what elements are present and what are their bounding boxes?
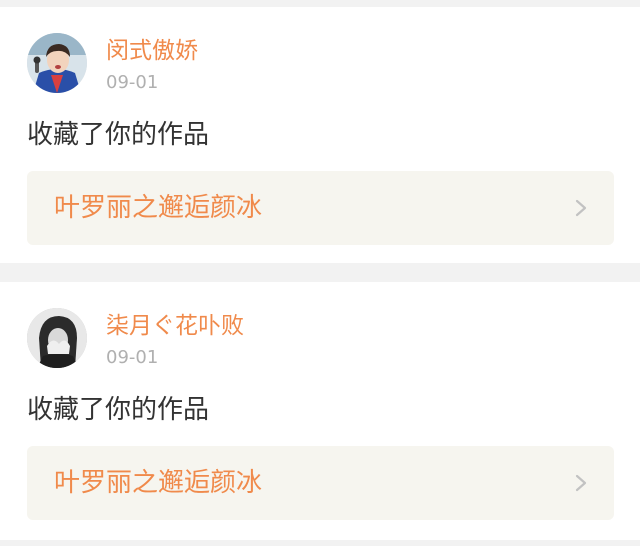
username[interactable]: 闵式傲娇 [106,36,198,66]
chevron-right-icon [575,199,587,217]
notification-card: 闵式傲娇 09-01 收藏了你的作品 叶罗丽之邂逅颜冰 [0,7,640,263]
notification-feed: 闵式傲娇 09-01 收藏了你的作品 叶罗丽之邂逅颜冰 柒月ぐ花卟败 09-01… [0,0,640,546]
avatar-photo-icon [27,308,87,368]
work-title: 叶罗丽之邂逅颜冰 [54,193,263,223]
notification-card: 柒月ぐ花卟败 09-01 收藏了你的作品 叶罗丽之邂逅颜冰 [0,282,640,540]
work-link[interactable]: 叶罗丽之邂逅颜冰 [27,446,614,520]
avatar-photo-icon [27,33,87,93]
timestamp: 09-01 [106,72,159,93]
work-title: 叶罗丽之邂逅颜冰 [54,468,263,498]
timestamp: 09-01 [106,347,159,368]
user-avatar[interactable] [27,33,87,93]
user-avatar[interactable] [27,308,87,368]
username[interactable]: 柒月ぐ花卟败 [106,311,244,341]
action-text: 收藏了你的作品 [27,395,210,425]
work-link[interactable]: 叶罗丽之邂逅颜冰 [27,171,614,245]
action-text: 收藏了你的作品 [27,120,210,150]
chevron-right-icon [575,474,587,492]
